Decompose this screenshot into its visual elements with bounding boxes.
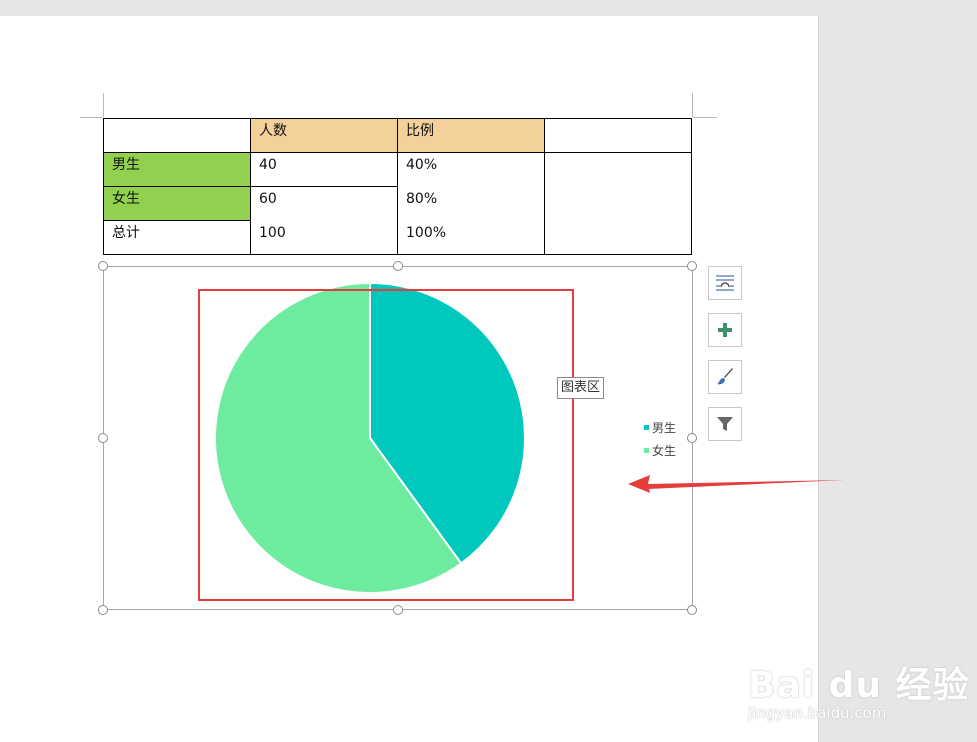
legend-label: 女生: [652, 444, 677, 458]
legend-item[interactable]: 女生: [644, 442, 676, 459]
arrow-annotation: [628, 475, 845, 493]
chart-styles-button[interactable]: [708, 360, 742, 394]
layout-options-button[interactable]: [708, 266, 742, 300]
plus-icon: [718, 323, 732, 337]
filter-icon: [717, 417, 733, 431]
highlight-rectangle: [198, 289, 574, 601]
brush-icon: [717, 368, 733, 385]
legend-label: 男生: [652, 421, 677, 435]
add-chart-element-button[interactable]: [708, 313, 742, 347]
layout-options-icon: [716, 275, 734, 291]
chart-area-tooltip: 图表区: [557, 377, 605, 399]
legend-swatch: [644, 448, 649, 453]
legend-item[interactable]: 男生: [644, 419, 676, 436]
watermark-logo: Bai du 经验 jingyan.baidu.com: [748, 656, 970, 722]
chart-filters-button[interactable]: [708, 407, 742, 441]
legend-swatch: [644, 425, 649, 430]
watermark-main: Bai du 经验: [748, 665, 970, 706]
